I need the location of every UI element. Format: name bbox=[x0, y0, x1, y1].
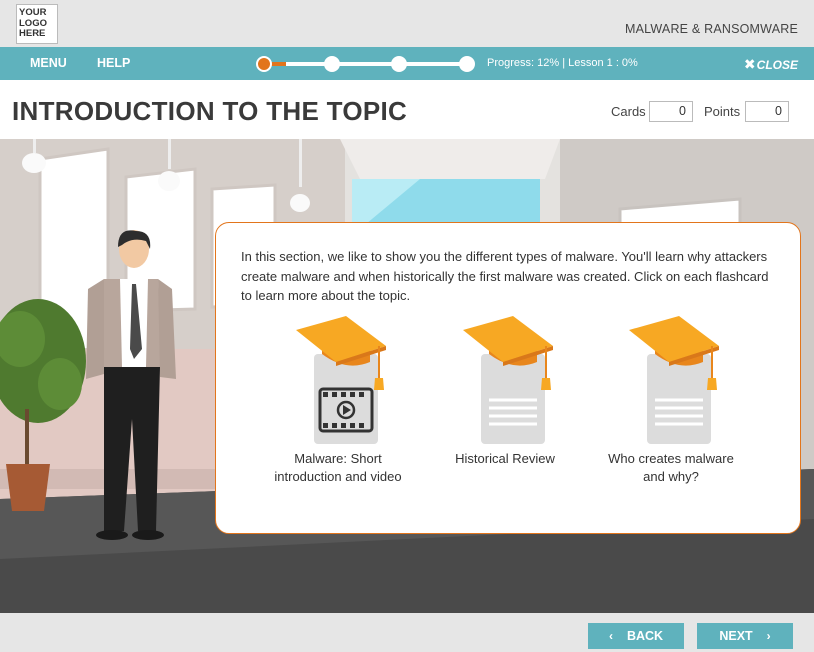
page-title: INTRODUCTION TO THE TOPIC bbox=[12, 96, 408, 126]
video-card-icon bbox=[296, 316, 386, 444]
close-label: CLOSE bbox=[756, 58, 798, 72]
progress-step-4[interactable] bbox=[459, 56, 475, 72]
chevron-right-icon: › bbox=[766, 629, 771, 643]
progress-text: Progress: 12% | Lesson 1 : 0% bbox=[487, 57, 638, 69]
help-button[interactable]: HELP bbox=[97, 56, 130, 70]
points-counter: 0 bbox=[745, 101, 789, 122]
flashcard-who-creates-malware[interactable]: Who creates malware and why? bbox=[596, 316, 746, 485]
logo-line: YOUR bbox=[19, 7, 47, 18]
logo-line: HERE bbox=[19, 28, 46, 39]
page-header: INTRODUCTION TO THE TOPIC Cards 0 Points… bbox=[0, 80, 814, 139]
flashcard-historical-review[interactable]: Historical Review bbox=[430, 316, 580, 468]
progress-track bbox=[264, 62, 468, 66]
menu-button[interactable]: MENU bbox=[30, 56, 67, 70]
back-button[interactable]: ‹ BACK bbox=[588, 623, 684, 649]
top-bar: YOUR LOGO HERE MALWARE & RANSOMWARE bbox=[0, 0, 814, 47]
course-title: MALWARE & RANSOMWARE bbox=[625, 22, 798, 36]
x-icon: ✖ bbox=[743, 56, 756, 72]
flashcard-label: Historical Review bbox=[455, 451, 555, 466]
nav-bar: MENU HELP Progress: 12% | Lesson 1 : 0% … bbox=[0, 47, 814, 80]
flashcard-label: Malware: Short introduction and video bbox=[274, 451, 402, 484]
document-card-icon bbox=[463, 316, 553, 444]
next-label: NEXT bbox=[719, 629, 753, 643]
document-card-icon bbox=[629, 316, 719, 444]
points-label: Points bbox=[704, 104, 741, 119]
progress-step-2[interactable] bbox=[324, 56, 340, 72]
progress-step-1[interactable] bbox=[256, 56, 272, 72]
intro-text: In this section, we like to show you the… bbox=[241, 249, 769, 303]
content-card: In this section, we like to show you the… bbox=[215, 222, 801, 534]
flashcard-malware-intro[interactable]: Malware: Short introduction and video bbox=[263, 316, 413, 485]
close-button[interactable]: ✖CLOSE bbox=[744, 56, 798, 73]
chevron-left-icon: ‹ bbox=[608, 629, 613, 643]
cards-counter: 0 bbox=[649, 101, 693, 122]
flashcard-label: Who creates malware and why? bbox=[608, 451, 734, 484]
logo: YOUR LOGO HERE bbox=[16, 4, 58, 44]
cards-label: Cards bbox=[611, 104, 646, 119]
progress-step-3[interactable] bbox=[391, 56, 407, 72]
next-button[interactable]: NEXT › bbox=[697, 623, 793, 649]
back-label: BACK bbox=[626, 629, 664, 643]
footer-bar: ‹ BACK NEXT › bbox=[0, 613, 814, 652]
